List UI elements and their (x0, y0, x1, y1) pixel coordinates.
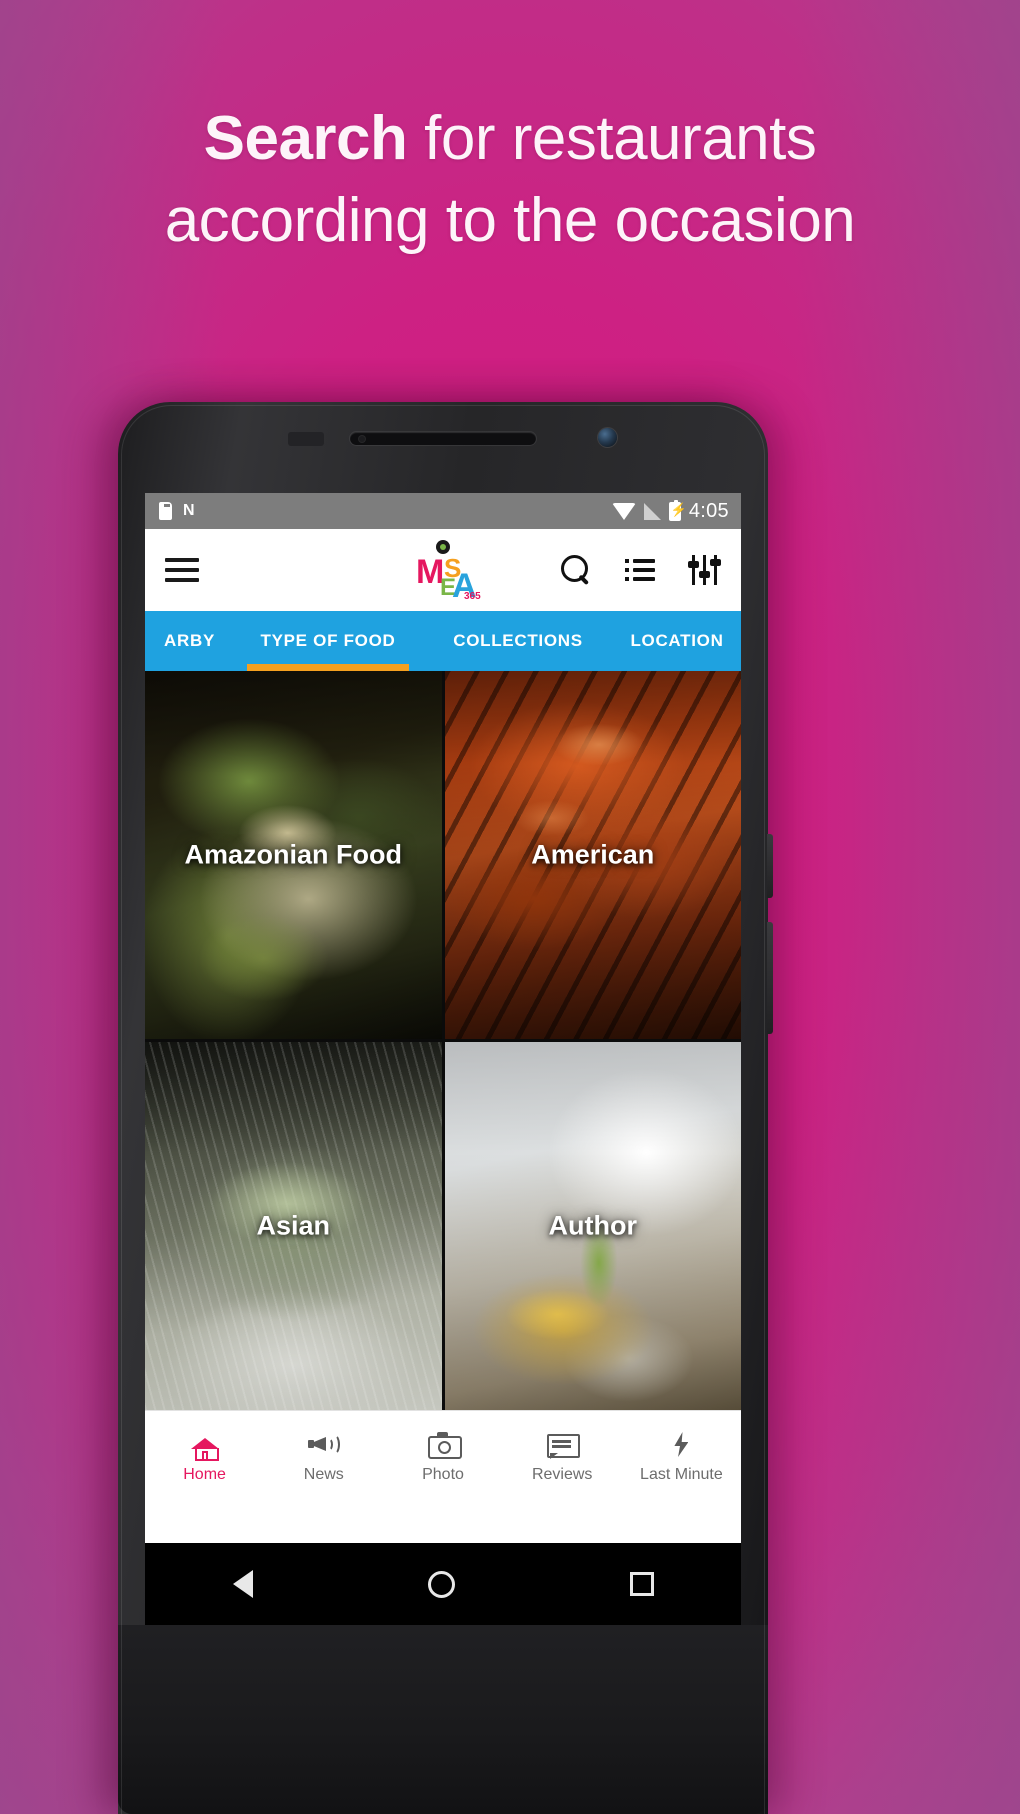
category-tile-author[interactable]: Author (444, 1042, 741, 1410)
proximity-sensor (288, 432, 324, 446)
phone-earpiece (350, 432, 536, 445)
nav-item-news[interactable]: News (264, 1429, 383, 1484)
promo-headline-line-2: according to the occasion (164, 186, 856, 255)
phone-device-mockup: N 4:05 M S E A 3 (118, 402, 773, 1814)
mesa-logo[interactable]: M S E A 365 (402, 539, 484, 601)
volume-button[interactable] (767, 922, 773, 1034)
home-circle-icon[interactable] (427, 1570, 455, 1598)
nav-item-reviews[interactable]: Reviews (503, 1429, 622, 1484)
category-tile-label: American (531, 839, 655, 870)
promo-headline-line-1-rest: for restaurants (407, 104, 817, 173)
filter-tune-icon[interactable] (688, 555, 721, 585)
lightning-bolt-icon (665, 1429, 697, 1459)
nav-item-label: Reviews (531, 1466, 593, 1483)
recents-square-icon[interactable] (629, 1572, 654, 1596)
category-tile-label: Author (548, 1210, 637, 1241)
power-button[interactable] (767, 834, 773, 898)
tab-nearby[interactable]: ARBY (145, 611, 233, 671)
camera-icon (427, 1429, 462, 1459)
battery-charging-icon (668, 499, 681, 521)
wifi-icon (611, 502, 636, 520)
list-view-icon[interactable] (625, 559, 655, 581)
hamburger-menu-icon[interactable] (165, 558, 199, 582)
tab-location[interactable]: LOCATION (613, 611, 741, 671)
android-navigation-bar (145, 1543, 741, 1625)
category-tile-asian[interactable]: Asian (145, 1042, 442, 1410)
tab-type-of-food[interactable]: TYPE OF FOOD (233, 611, 423, 671)
back-triangle-icon[interactable] (232, 1570, 253, 1598)
promo-headline-line-1: Search for restaurants (0, 108, 1020, 170)
phone-screen: N 4:05 M S E A 3 (145, 493, 741, 1543)
nav-item-photo[interactable]: Photo (383, 1429, 502, 1484)
category-tile-amazonian-food[interactable]: Amazonian Food (145, 671, 442, 1039)
category-tab-bar: ARBY TYPE OF FOOD COLLECTIONS LOCATION (145, 611, 741, 671)
nfc-icon: N (183, 502, 195, 519)
category-tile-label: Asian (256, 1210, 331, 1241)
category-tile-label: Amazonian Food (184, 839, 403, 870)
tab-collections[interactable]: COLLECTIONS (423, 611, 613, 671)
food-category-grid: Amazonian Food American Asian Author (145, 671, 741, 1410)
phone-bottom-chin (118, 1625, 768, 1814)
nav-item-label: Photo (422, 1466, 464, 1483)
home-icon (189, 1429, 221, 1461)
bottom-navigation-bar: Home News Photo Reviews Last Minute (145, 1410, 741, 1502)
megaphone-icon (307, 1429, 340, 1459)
front-camera (598, 428, 617, 447)
promo-headline-emphasis: Search (203, 104, 408, 173)
nav-item-last-minute[interactable]: Last Minute (622, 1429, 741, 1484)
sd-card-icon (159, 502, 172, 520)
nav-item-label: Home (183, 1466, 226, 1483)
cellular-signal-icon (643, 502, 661, 520)
status-bar: N 4:05 (145, 493, 741, 529)
category-tile-american[interactable]: American (444, 671, 741, 1039)
svg-text:365: 365 (464, 591, 481, 601)
search-icon[interactable] (561, 555, 591, 585)
nav-item-label: News (303, 1466, 344, 1483)
nav-item-home[interactable]: Home (145, 1429, 264, 1484)
app-bar: M S E A 365 (145, 529, 741, 611)
status-bar-clock: 4:05 (688, 499, 729, 522)
nav-item-label: Last Minute (640, 1466, 723, 1483)
speech-bubble-icon (546, 1429, 581, 1459)
promo-headline: Search for restaurants according to the … (0, 108, 1020, 252)
